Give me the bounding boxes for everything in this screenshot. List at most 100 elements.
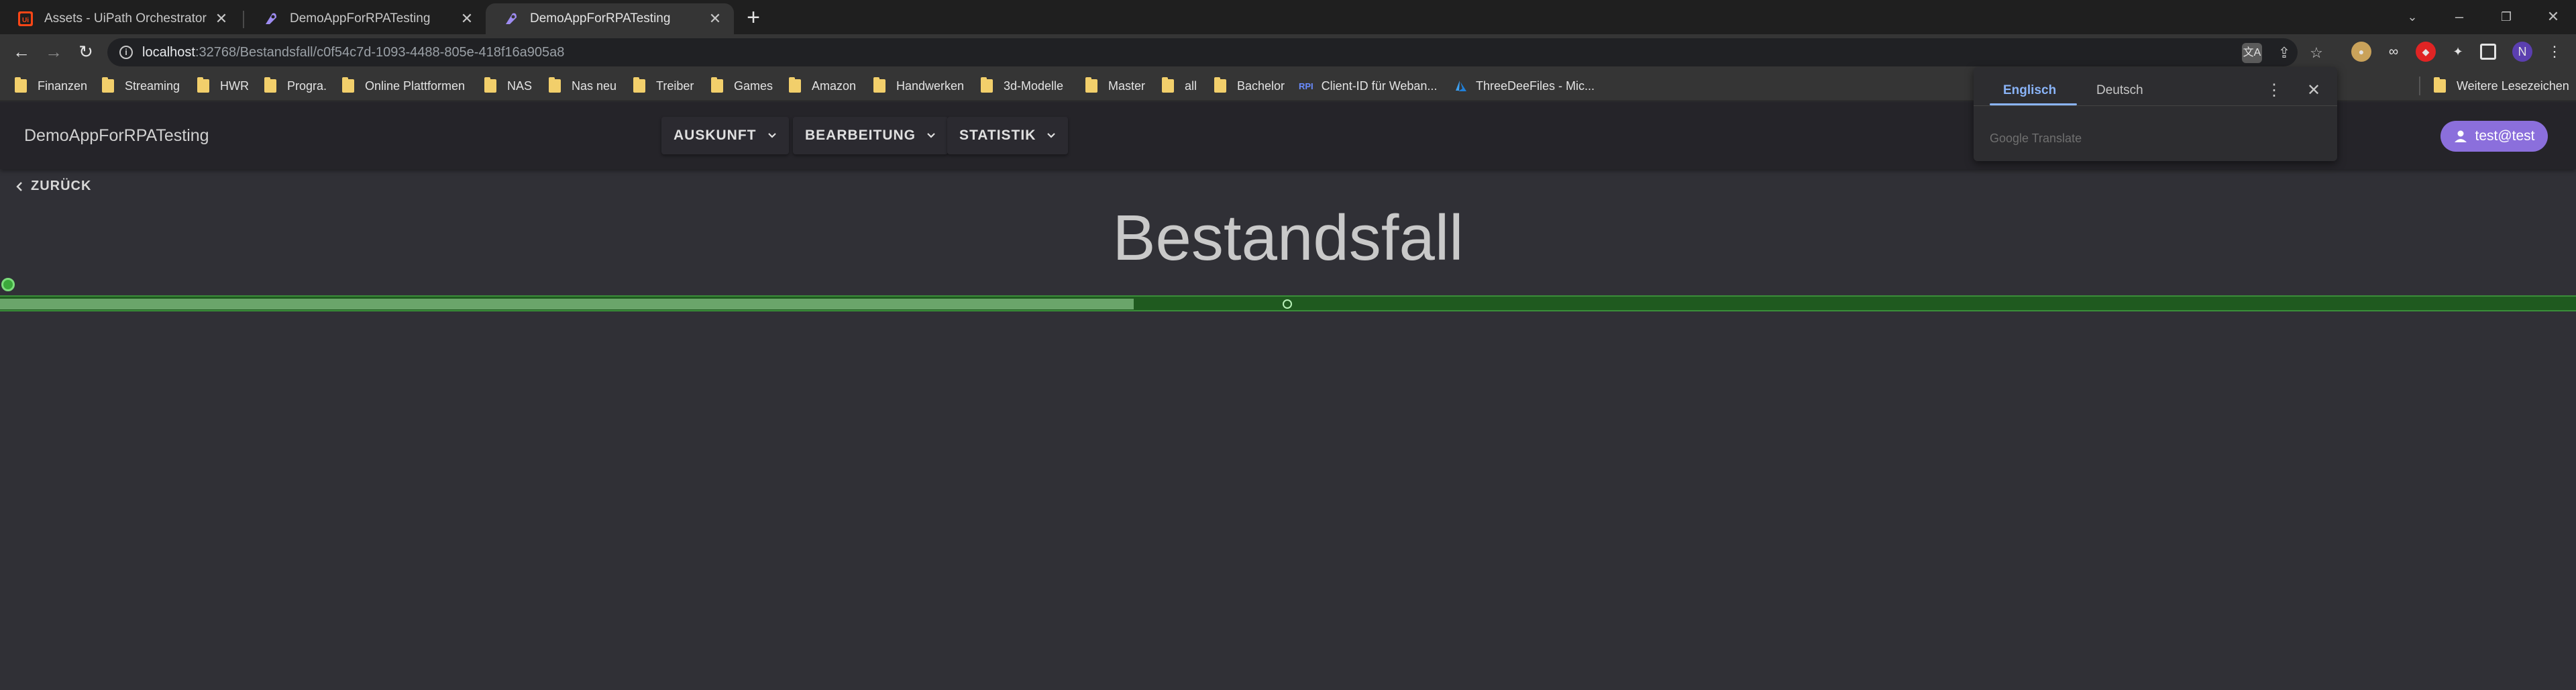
glasses-icon[interactable]: ∞: [2383, 42, 2404, 62]
share-icon[interactable]: ⇪: [2274, 43, 2294, 63]
profile-avatar[interactable]: N: [2512, 42, 2532, 62]
azure-icon: [1456, 81, 1466, 91]
menu-statistik-button[interactable]: STATISTIK: [947, 117, 1069, 154]
translate-divider: [1974, 105, 2337, 106]
bookmark-folder[interactable]: Streaming: [102, 77, 180, 95]
folder-icon: [981, 77, 993, 93]
folder-icon: [1085, 77, 1097, 93]
tab-title: DemoAppForRPATesting: [290, 11, 431, 26]
bookmark-folder[interactable]: Progra.: [264, 77, 327, 95]
url-host: localhost: [142, 45, 195, 60]
app-icon: [506, 13, 517, 24]
site-info-icon[interactable]: i: [119, 46, 133, 59]
bookmark-folder[interactable]: Finanzen: [15, 77, 87, 95]
bookmark-label: Client-ID für Weban...: [1321, 79, 1438, 93]
more-menu-icon[interactable]: ⋮: [2544, 42, 2565, 62]
folder-icon: [633, 77, 645, 93]
app-title[interactable]: DemoAppForRPATesting: [24, 126, 209, 146]
chevron-down-icon: [1047, 133, 1056, 138]
app-icon: [266, 13, 276, 24]
uipath-icon: Ui: [18, 11, 33, 26]
translate-icon[interactable]: 文A: [2242, 43, 2262, 63]
folder-icon: [789, 77, 801, 93]
sidebar-icon[interactable]: [2480, 44, 2496, 60]
progress-indicator-icon: [1, 278, 15, 291]
translate-tab-target[interactable]: Deutsch: [2096, 83, 2143, 98]
more-options-icon[interactable]: ⋮: [2266, 81, 2282, 101]
folder-icon: [197, 77, 209, 93]
bookmark-label: Master: [1108, 79, 1146, 93]
bookmark-folder[interactable]: HWR: [197, 77, 249, 95]
bookmark-client-id[interactable]: RPI Client-ID für Weban...: [1299, 77, 1437, 95]
bookmark-star-icon[interactable]: ☆: [2306, 43, 2326, 63]
reload-icon[interactable]: ↻: [75, 42, 97, 63]
bookmark-folder[interactable]: NAS: [484, 77, 532, 95]
bookmark-label: Weitere Lesezeichen: [2457, 79, 2569, 93]
translate-tab-source[interactable]: Englisch: [2003, 83, 2056, 98]
tab-title: DemoAppForRPATesting: [530, 11, 671, 26]
minimize-icon[interactable]: –: [2439, 5, 2479, 28]
progress-marker-icon: [1283, 299, 1292, 309]
translate-brand: Google Translate: [1990, 132, 2082, 145]
url-text[interactable]: localhost:32768/Bestandsfall/c0f54c7d-10…: [142, 45, 564, 60]
close-icon[interactable]: ✕: [2304, 81, 2324, 101]
bookmark-threedeefiles[interactable]: ThreeDeeFiles - Mic...: [1454, 77, 1595, 95]
user-account-button[interactable]: test@test: [2440, 121, 2548, 152]
forward-arrow-icon[interactable]: →: [43, 42, 64, 63]
extensions-puzzle-icon[interactable]: ✦: [2448, 42, 2468, 62]
folder-icon: [873, 77, 885, 93]
folder-icon: [102, 77, 114, 93]
bookmark-folder[interactable]: Nas neu: [549, 77, 616, 95]
bookmark-label: Finanzen: [38, 79, 88, 93]
rpa-icon: RPI: [1299, 81, 1313, 91]
chevron-left-icon: [16, 181, 22, 191]
progress-bar: [0, 295, 2576, 311]
bookmark-label: Bachelor: [1237, 79, 1285, 93]
tab-separator: [243, 11, 244, 28]
folder-icon: [711, 77, 723, 93]
extension-red-icon[interactable]: ◆: [2416, 42, 2436, 62]
back-arrow-icon[interactable]: ←: [11, 42, 32, 63]
tab-demoapp-1[interactable]: DemoAppForRPATesting ✕: [246, 3, 486, 34]
url-path: :32768/Bestandsfall/c0f54c7d-1093-4488-8…: [195, 45, 565, 60]
bookmark-label: Nas neu: [572, 79, 617, 93]
close-icon[interactable]: ✕: [706, 9, 724, 28]
bookmark-folder[interactable]: Amazon: [789, 77, 856, 95]
bookmark-label: Online Plattformen: [365, 79, 466, 93]
page-title: Bestandsfall: [1112, 202, 1464, 274]
folder-icon: [484, 77, 496, 93]
bookmark-folder[interactable]: all: [1162, 77, 1197, 95]
bookmark-folder[interactable]: Games: [711, 77, 773, 95]
bookmark-label: Handwerken: [896, 79, 965, 93]
menu-bearbeitung-button[interactable]: BEARBEITUNG: [793, 117, 949, 154]
address-bar[interactable]: i localhost:32768/Bestandsfall/c0f54c7d-…: [107, 38, 2323, 66]
menu-auskunft-button[interactable]: AUSKUNFT: [661, 117, 789, 154]
bookmark-folder[interactable]: Treiber: [633, 77, 694, 95]
bookmark-folder[interactable]: Bachelor: [1214, 77, 1285, 95]
back-link[interactable]: ZURÜCK: [15, 179, 91, 194]
bookmark-folder[interactable]: 3d-Modelle: [981, 77, 1063, 95]
extension-icon[interactable]: ●: [2351, 42, 2371, 62]
bookmark-label: Treiber: [656, 79, 694, 93]
bookmark-label: Streaming: [125, 79, 180, 93]
window-close-icon[interactable]: ✕: [2533, 5, 2573, 28]
bookmark-other[interactable]: Weitere Lesezeichen: [2434, 77, 2569, 95]
folder-icon: [549, 77, 561, 93]
menu-label: STATISTIK: [959, 128, 1036, 143]
bookmark-label: HWR: [220, 79, 249, 93]
tab-uipath[interactable]: Ui Assets - UiPath Orchestrator ✕: [0, 3, 240, 34]
new-tab-button[interactable]: +: [741, 6, 765, 30]
close-icon[interactable]: ✕: [212, 9, 231, 28]
folder-icon: [1162, 77, 1174, 93]
bookmarks-divider: [2419, 77, 2420, 95]
progress-fill: [0, 299, 1134, 309]
bookmark-folder[interactable]: Handwerken: [873, 77, 964, 95]
bookmark-folder[interactable]: Master: [1085, 77, 1145, 95]
restore-icon[interactable]: ❐: [2486, 5, 2526, 28]
bookmark-label: 3d-Modelle: [1004, 79, 1064, 93]
bookmark-folder[interactable]: Online Plattformen: [342, 77, 465, 95]
bookmark-label: Progra.: [287, 79, 327, 93]
close-icon[interactable]: ✕: [458, 9, 476, 28]
tab-search-chevron-icon[interactable]: ⌄: [2392, 5, 2432, 28]
tab-demoapp-active[interactable]: DemoAppForRPATesting ✕: [486, 3, 734, 34]
